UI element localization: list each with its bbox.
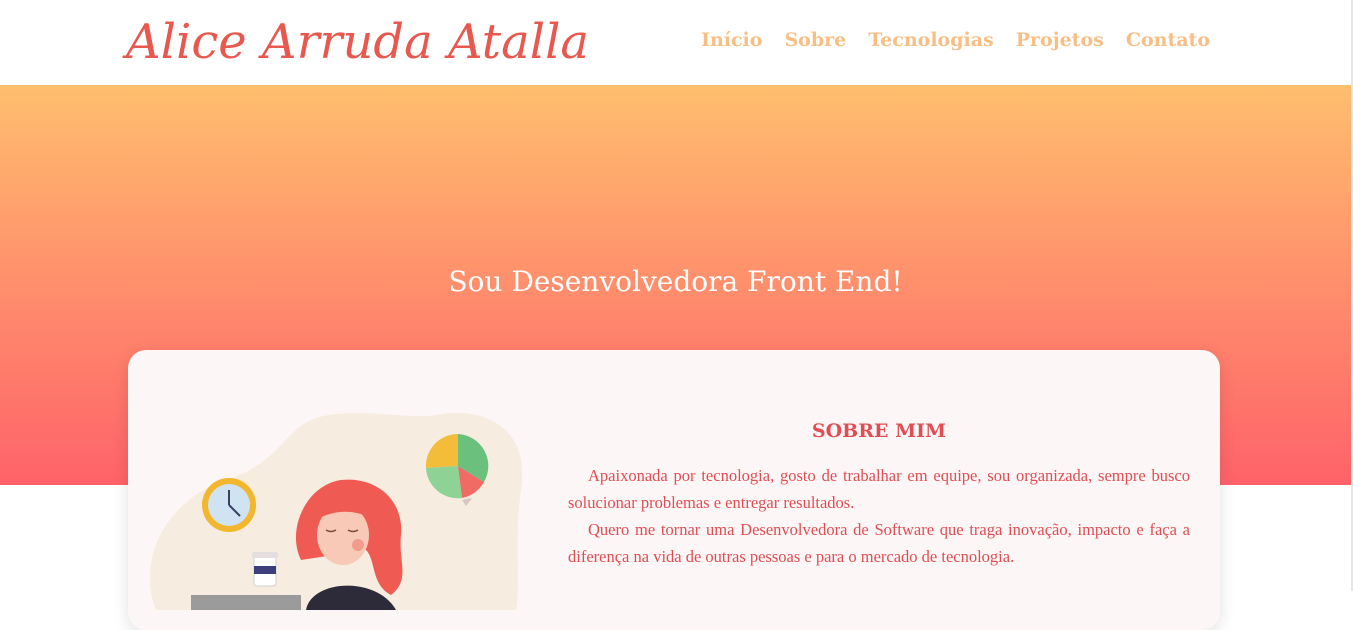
about-paragraph: Quero me tornar uma Desenvolvedora de So… (568, 520, 1190, 566)
nav-link-projetos[interactable]: Projetos (1016, 26, 1104, 54)
nav-link-inicio[interactable]: Início (701, 26, 762, 54)
main-nav: Início Sobre Tecnologias Projetos Contat… (701, 26, 1210, 54)
about-title: SOBRE MIM (811, 420, 947, 442)
hero-title: Sou Desenvolvedora Front End! (448, 265, 903, 298)
site-header: Alice Arruda Atalla Início Sobre Tecnolo… (0, 0, 1353, 85)
site-logo[interactable]: Alice Arruda Atalla (126, 10, 589, 74)
developer-illustration (149, 412, 523, 610)
nav-link-sobre[interactable]: Sobre (784, 26, 846, 54)
about-card: SOBRE MIM Apaixonada por tecnologia, gos… (128, 350, 1220, 630)
nav-link-contato[interactable]: Contato (1126, 26, 1210, 54)
nav-link-tecnologias[interactable]: Tecnologias (868, 26, 994, 54)
coffee-cup-icon (252, 552, 278, 587)
about-paragraph: Apaixonada por tecnologia, gosto de trab… (568, 466, 1190, 512)
about-text: Apaixonada por tecnologia, gosto de trab… (568, 462, 1190, 570)
clock-icon (202, 478, 256, 532)
